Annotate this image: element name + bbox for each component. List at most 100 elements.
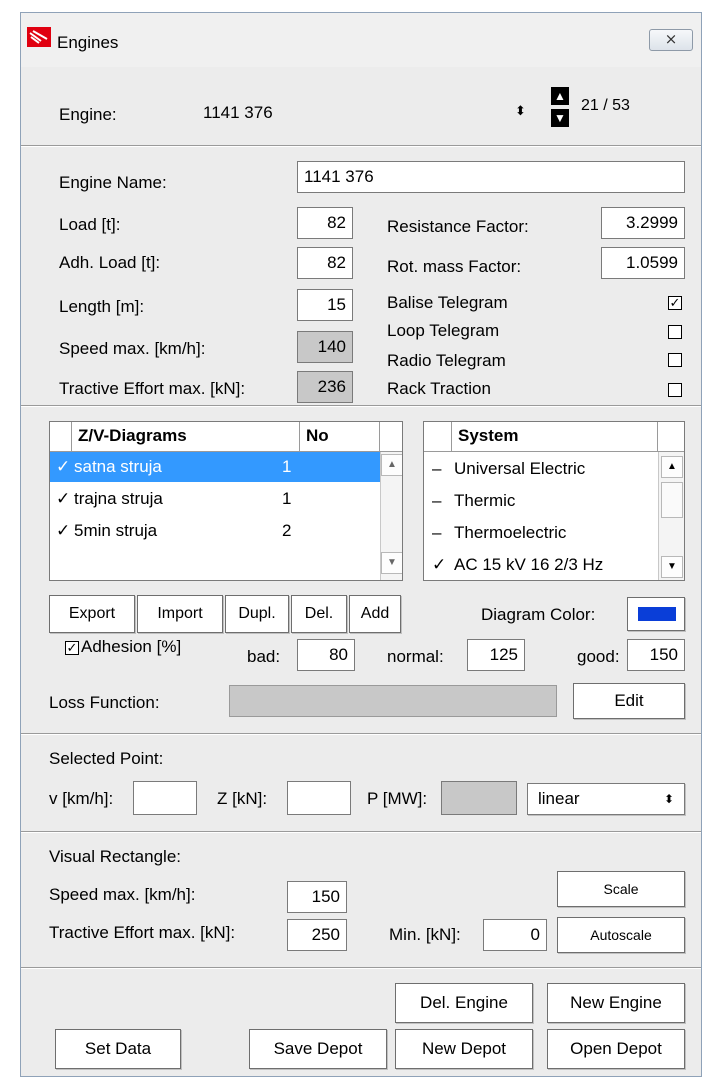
visual-tractive-label: Tractive Effort max. [kN]:	[49, 923, 236, 942]
engine-select[interactable]: 1141 376 ⬍	[193, 95, 537, 129]
load-field[interactable]: 82	[297, 207, 353, 239]
radio-telegram-checkbox[interactable]	[668, 353, 682, 367]
system-scrollbar[interactable]: ▲ ▼	[658, 452, 684, 580]
adhesion-bad-field[interactable]: 80	[297, 639, 355, 671]
app-icon	[27, 27, 51, 47]
close-icon: ⨯	[664, 31, 678, 48]
z-label: Z [kN]:	[217, 789, 268, 808]
divider	[21, 405, 701, 407]
adhesion-good-label: good:	[577, 647, 620, 666]
length-field[interactable]: 15	[297, 289, 353, 321]
divider	[21, 967, 701, 969]
engine-name-label: Engine Name:	[59, 173, 167, 192]
p-label: P [MW]:	[367, 789, 428, 808]
no-header[interactable]: No	[300, 422, 380, 452]
diagram-color-button[interactable]	[627, 597, 685, 631]
new-engine-button[interactable]: New Engine	[547, 983, 685, 1023]
window-title: Engines	[57, 33, 119, 52]
scroll-thumb[interactable]	[661, 482, 683, 518]
loop-telegram-checkbox[interactable]	[668, 325, 682, 339]
loop-telegram-label: Loop Telegram	[387, 321, 500, 340]
engines-panel: Engine: 1141 376 ⬍ ▲ ▼ 21 / 53 Engine Na…	[21, 67, 701, 1076]
scroll-down-icon[interactable]: ▼	[661, 556, 683, 578]
list-item[interactable]: ✓ satna struja 1	[50, 452, 380, 482]
delete-engine-button[interactable]: Del. Engine	[395, 983, 533, 1023]
previous-engine-button[interactable]: ▲	[551, 87, 569, 105]
list-item[interactable]: – Universal Electric	[424, 454, 658, 484]
v-label: v [km/h]:	[49, 789, 114, 808]
z-field[interactable]	[287, 781, 351, 815]
resistance-factor-field[interactable]: 3.2999	[601, 207, 685, 239]
title-bar: Engines ⨯	[21, 13, 701, 67]
diagrams-scrollbar[interactable]: ▲ ▼	[380, 452, 402, 580]
select-arrows-icon: ⬍	[663, 792, 674, 806]
engine-select-value: 1141 376	[203, 103, 273, 122]
visual-tractive-field[interactable]: 250	[287, 919, 347, 951]
system-name: Thermic	[454, 491, 516, 510]
loss-function-label: Loss Function:	[49, 693, 160, 712]
engine-label: Engine:	[59, 105, 117, 124]
selected-point-title: Selected Point:	[49, 749, 164, 768]
save-depot-button[interactable]: Save Depot	[249, 1029, 387, 1069]
v-field[interactable]	[133, 781, 197, 815]
scroll-up-icon[interactable]: ▲	[661, 456, 683, 478]
system-list[interactable]: System – Universal Electric – Thermic – …	[423, 421, 685, 581]
adhesion-normal-field[interactable]: 125	[467, 639, 525, 671]
check-icon: ✓	[669, 295, 681, 310]
arrow-down-icon: ▼	[554, 111, 566, 125]
adh-load-field[interactable]: 82	[297, 247, 353, 279]
engine-name-field[interactable]: 1141 376	[297, 161, 685, 193]
open-depot-button[interactable]: Open Depot	[547, 1029, 685, 1069]
diagram-name: trajna struja	[74, 489, 163, 508]
length-label: Length [m]:	[59, 297, 145, 316]
zv-diagrams-list[interactable]: Z/V-Diagrams No ✓ satna struja 1 ✓ trajn…	[49, 421, 403, 581]
list-item[interactable]: ✓ trajna struja 1	[50, 484, 380, 514]
adhesion-good-field[interactable]: 150	[627, 639, 685, 671]
visual-rectangle-title: Visual Rectangle:	[49, 847, 181, 866]
list-item[interactable]: ✓ AC 15 kV 16 2/3 Hz	[424, 550, 658, 580]
adh-load-label: Adh. Load [t]:	[59, 253, 161, 272]
import-button[interactable]: Import	[137, 595, 223, 633]
adhesion-normal-label: normal:	[387, 647, 444, 666]
rot-mass-factor-label: Rot. mass Factor:	[387, 257, 522, 276]
new-depot-button[interactable]: New Depot	[395, 1029, 533, 1069]
autoscale-button[interactable]: Autoscale	[557, 917, 685, 953]
check-icon: ✓	[432, 555, 447, 574]
loss-function-edit-button[interactable]: Edit	[573, 683, 685, 719]
balise-telegram-label: Balise Telegram	[387, 293, 508, 312]
scroll-up-icon[interactable]: ▲	[381, 454, 402, 476]
engine-counter: 21 / 53	[581, 97, 630, 114]
interpolation-select[interactable]: linear ⬍	[527, 783, 685, 815]
check-icon: ✓	[56, 457, 71, 476]
check-icon: ✓	[56, 521, 71, 540]
check-icon: ✓	[56, 489, 71, 508]
list-item[interactable]: – Thermoelectric	[424, 518, 658, 548]
close-button[interactable]: ⨯	[649, 29, 693, 51]
add-diagram-button[interactable]: Add	[349, 595, 401, 633]
system-name: Universal Electric	[454, 459, 586, 478]
set-data-button[interactable]: Set Data	[55, 1029, 181, 1069]
adhesion-label: Adhesion [%]	[81, 637, 182, 656]
resistance-factor-label: Resistance Factor:	[387, 217, 529, 236]
list-item[interactable]: ✓ 5min struja 2	[50, 516, 380, 546]
scroll-down-icon[interactable]: ▼	[381, 552, 402, 574]
color-swatch	[638, 607, 676, 621]
balise-telegram-checkbox[interactable]: ✓	[668, 296, 682, 310]
system-header[interactable]: System	[452, 422, 658, 452]
duplicate-button[interactable]: Dupl.	[225, 595, 289, 633]
list-item[interactable]: – Thermic	[424, 486, 658, 516]
dash-icon: –	[432, 491, 442, 510]
visual-min-field[interactable]: 0	[483, 919, 547, 951]
zv-diagrams-header[interactable]: Z/V-Diagrams	[72, 422, 300, 452]
rot-mass-factor-field[interactable]: 1.0599	[601, 247, 685, 279]
scale-button[interactable]: Scale	[557, 871, 685, 907]
p-field	[441, 781, 517, 815]
next-engine-button[interactable]: ▼	[551, 109, 569, 127]
dash-icon: –	[432, 459, 442, 478]
export-button[interactable]: Export	[49, 595, 135, 633]
list-header-corner	[380, 422, 402, 452]
visual-speed-field[interactable]: 150	[287, 881, 347, 913]
rack-traction-checkbox[interactable]	[668, 383, 682, 397]
adhesion-checkbox[interactable]: ✓	[65, 641, 79, 655]
delete-diagram-button[interactable]: Del.	[291, 595, 347, 633]
